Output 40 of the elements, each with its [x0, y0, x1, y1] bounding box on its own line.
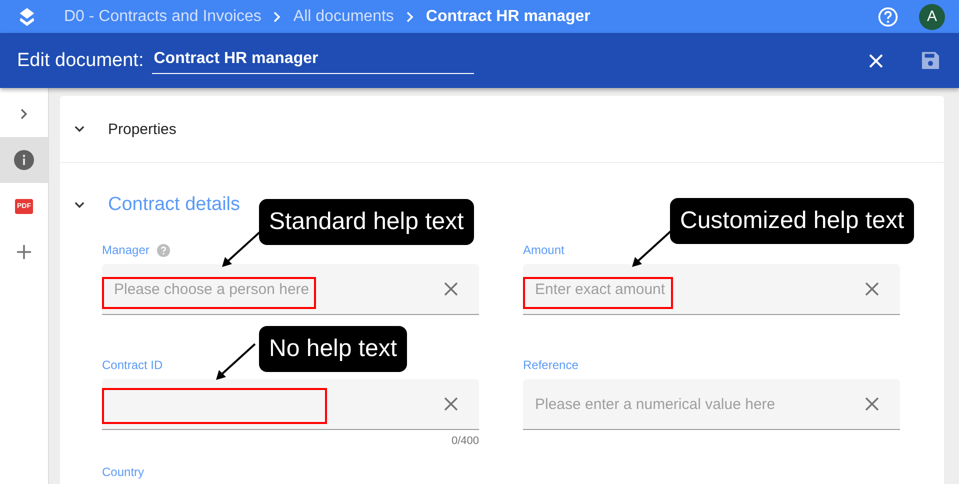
field-label: Manager [102, 243, 150, 257]
clear-icon[interactable] [865, 282, 879, 296]
breadcrumb-link[interactable]: Contract HR manager [426, 8, 590, 26]
chevron-right-icon [406, 10, 414, 22]
text-field[interactable]: Please enter a numerical value here [523, 379, 900, 430]
info-icon [14, 150, 34, 170]
callout-label: No help text [259, 326, 408, 372]
close-icon[interactable] [868, 52, 884, 68]
breadcrumb-link[interactable]: D0 - Contracts and Invoices [64, 8, 262, 26]
logo-icon[interactable] [18, 6, 36, 28]
section-title[interactable]: Properties [108, 120, 176, 138]
save-icon[interactable] [921, 51, 940, 70]
text-field[interactable]: Enter exact amount [523, 264, 900, 315]
field-label: Country [102, 465, 146, 479]
callout-arrow [632, 230, 672, 267]
field-label: Contract ID [102, 358, 163, 372]
chevron-down-icon[interactable] [74, 125, 85, 133]
callout-arrow [216, 343, 256, 380]
user-avatar[interactable]: A [919, 4, 945, 30]
document-title-field[interactable]: Contract HR manager [152, 48, 474, 74]
callout-label: Customized help text [670, 198, 914, 244]
help-icon[interactable] [877, 6, 899, 28]
callout-arrow [222, 230, 262, 267]
field-label: Reference [523, 358, 578, 372]
sidebar-item[interactable] [0, 137, 48, 183]
chevron-down-icon[interactable] [74, 201, 85, 209]
section-title[interactable]: Contract details [108, 194, 240, 216]
edit-document-label: Edit document: [17, 50, 144, 72]
clear-icon[interactable] [865, 397, 879, 411]
chevron-right-icon [273, 10, 282, 22]
chevron-right-icon [20, 108, 28, 120]
character-counter: 0/400 [450, 435, 479, 447]
callout-label: Standard help text [259, 199, 474, 245]
field-label: Amount [523, 243, 564, 257]
plus-icon [16, 244, 32, 260]
text-field[interactable]: Please choose a person here [102, 264, 479, 315]
clear-icon[interactable] [444, 282, 458, 296]
text-field[interactable] [102, 379, 479, 430]
breadcrumb-link[interactable]: All documents [293, 8, 394, 26]
clear-icon[interactable] [444, 397, 458, 411]
